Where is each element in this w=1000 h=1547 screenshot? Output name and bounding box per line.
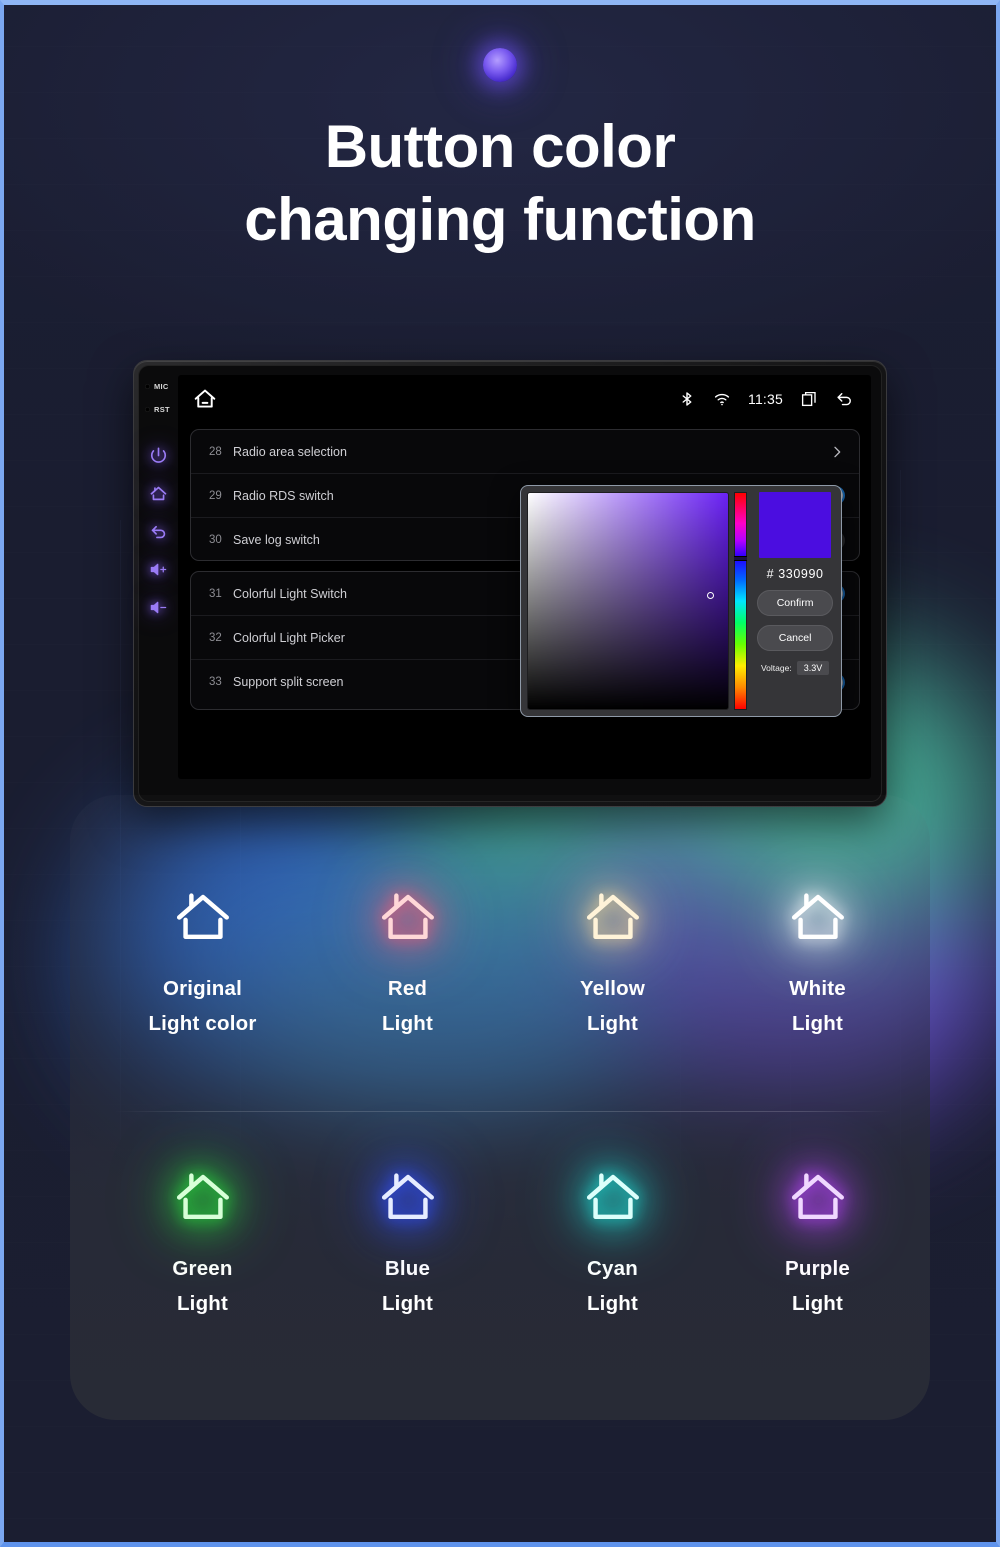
saturation-value-area[interactable] bbox=[527, 492, 730, 710]
light-option-cyan[interactable]: Cyan Light bbox=[510, 1165, 715, 1322]
reset-hole-icon[interactable] bbox=[145, 407, 150, 412]
row-label: Colorful Light Picker bbox=[233, 630, 345, 645]
row-label: Save log switch bbox=[233, 533, 320, 547]
status-bar: 11:35 bbox=[178, 375, 871, 423]
light-option-label: Yellow Light bbox=[579, 977, 645, 1036]
light-option-original[interactable]: Original Light color bbox=[100, 885, 305, 1042]
voltage-value: 3.3V bbox=[796, 661, 830, 675]
wifi-icon[interactable] bbox=[713, 390, 731, 408]
row-number: 31 bbox=[209, 587, 222, 600]
page-title: Button color changing function bbox=[0, 110, 1000, 256]
car-head-unit: MIC RST 11:35 28 Radio area selection 29… bbox=[133, 360, 887, 807]
light-option-label: Cyan Light bbox=[586, 1257, 639, 1316]
house-icon bbox=[172, 885, 234, 947]
row-control bbox=[829, 444, 845, 460]
mic-hole-icon bbox=[145, 384, 150, 389]
status-time: 11:35 bbox=[748, 391, 783, 407]
light-options-row-1: Original Light color Red Light Yellow Light… bbox=[100, 885, 920, 1042]
voltage-readout: Voltage: 3.3V bbox=[760, 661, 830, 675]
house-icon bbox=[377, 885, 439, 947]
row-number: 33 bbox=[209, 676, 222, 688]
page-title-line2: changing function bbox=[244, 186, 756, 254]
house-icon bbox=[787, 885, 849, 947]
row-number: 28 bbox=[209, 445, 222, 458]
color-cursor-handle[interactable] bbox=[707, 592, 715, 599]
light-option-white[interactable]: White Light bbox=[715, 885, 920, 1042]
unit-inner-frame: MIC RST 11:35 28 Radio area selection 29… bbox=[138, 365, 882, 802]
row-number: 32 bbox=[209, 631, 222, 644]
mic-label: MIC bbox=[154, 382, 169, 391]
bezel-left: MIC RST bbox=[139, 366, 178, 801]
status-icons: 11:35 bbox=[678, 390, 853, 408]
cancel-button[interactable]: Cancel bbox=[757, 625, 834, 651]
row-number: 29 bbox=[209, 489, 222, 502]
house-icon bbox=[582, 1165, 644, 1227]
hue-slider-handle[interactable] bbox=[734, 555, 748, 561]
light-option-label: Blue Light bbox=[381, 1257, 434, 1316]
page-title-line1: Button color bbox=[324, 113, 676, 180]
bluetooth-icon[interactable] bbox=[678, 390, 696, 408]
table-row[interactable]: 28 Radio area selection bbox=[191, 430, 859, 474]
house-icon bbox=[582, 885, 644, 947]
row-label: Radio area selection bbox=[233, 444, 347, 459]
home-icon[interactable] bbox=[148, 482, 170, 504]
page-stage: Button color changing function MIC RST 1… bbox=[0, 0, 1000, 1547]
light-option-purple[interactable]: Purple Light bbox=[715, 1165, 920, 1322]
light-option-label: Red Light bbox=[381, 977, 434, 1036]
light-option-yellow[interactable]: Yellow Light bbox=[510, 885, 715, 1042]
color-picker-dialog[interactable]: # 330990 Confirm Cancel Voltage: 3.3V bbox=[520, 485, 842, 717]
chevron-right-icon[interactable] bbox=[829, 444, 845, 460]
back-icon[interactable] bbox=[148, 520, 170, 542]
house-icon bbox=[787, 1165, 849, 1227]
reset-label: RST bbox=[154, 405, 170, 414]
picker-controls: # 330990 Confirm Cancel Voltage: 3.3V bbox=[755, 492, 835, 710]
volume-up-icon[interactable] bbox=[148, 558, 170, 580]
reset-pin[interactable]: RST bbox=[139, 405, 178, 414]
row-label: Radio RDS switch bbox=[233, 488, 334, 503]
house-icon bbox=[377, 1165, 439, 1227]
home-icon[interactable] bbox=[192, 386, 218, 412]
row-label: Colorful Light Switch bbox=[233, 586, 347, 601]
row-label: Support split screen bbox=[233, 675, 344, 689]
house-icon bbox=[172, 1165, 234, 1227]
hue-slider[interactable] bbox=[734, 492, 748, 710]
device-screen: 11:35 28 Radio area selection 29 Radio R… bbox=[178, 375, 871, 779]
volume-down-icon[interactable] bbox=[148, 596, 170, 618]
light-option-blue[interactable]: Blue Light bbox=[305, 1165, 510, 1322]
light-option-green[interactable]: Green Light bbox=[100, 1165, 305, 1322]
light-option-label: Original Light color bbox=[148, 977, 257, 1036]
light-option-label: Green Light bbox=[172, 1257, 233, 1316]
color-preview-swatch bbox=[759, 492, 832, 558]
confirm-button[interactable]: Confirm bbox=[757, 590, 834, 616]
light-option-label: Purple Light bbox=[785, 1257, 850, 1316]
hex-value-label: # 330990 bbox=[766, 567, 824, 581]
light-options-row-2: Green Light Blue Light Cyan Light Purple Lig… bbox=[100, 1165, 920, 1322]
back-arrow-icon[interactable] bbox=[835, 390, 853, 408]
light-option-label: White Light bbox=[789, 977, 846, 1036]
mic-pin: MIC bbox=[139, 382, 178, 391]
recent-apps-icon[interactable] bbox=[800, 390, 818, 408]
row-number: 30 bbox=[209, 534, 222, 546]
light-option-red[interactable]: Red Light bbox=[305, 885, 510, 1042]
power-icon[interactable] bbox=[148, 444, 170, 466]
voltage-label: Voltage: bbox=[760, 663, 792, 673]
showcase-divider bbox=[115, 1111, 891, 1112]
glow-dot-icon bbox=[483, 48, 517, 82]
